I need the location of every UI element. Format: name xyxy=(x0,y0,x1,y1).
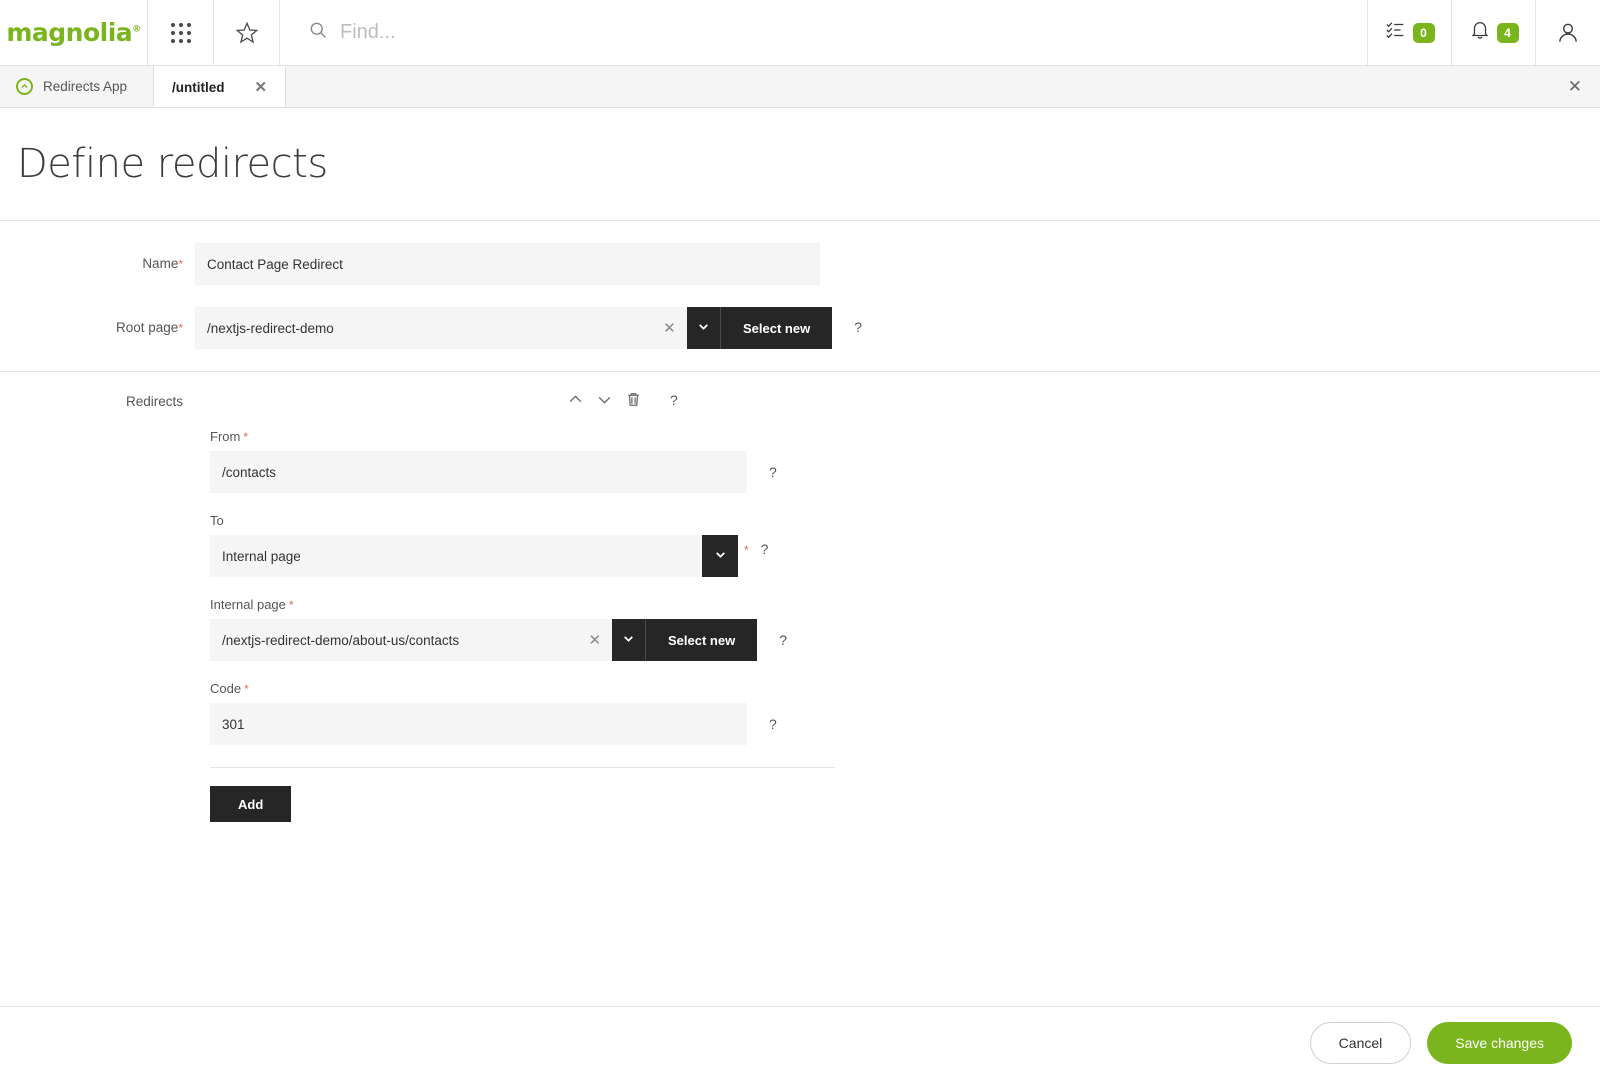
add-redirect-button[interactable]: Add xyxy=(210,786,291,822)
top-bar: magnolia® 0 xyxy=(0,0,1600,66)
internal-page-input[interactable] xyxy=(210,619,577,661)
star-icon[interactable] xyxy=(214,0,280,65)
tab-redirects-app[interactable]: Redirects App xyxy=(0,66,154,107)
name-input[interactable] xyxy=(195,243,820,285)
redirect-item-actions: ? xyxy=(567,391,678,408)
root-page-input[interactable] xyxy=(195,307,652,349)
redirects-help-icon[interactable]: ? xyxy=(670,392,678,408)
internal-page-select-new-button[interactable]: Select new xyxy=(646,619,757,661)
internal-page-label: Internal page* xyxy=(210,597,1600,612)
close-icon[interactable]: ✕ xyxy=(255,80,268,95)
tasks-count-badge: 0 xyxy=(1413,23,1435,43)
tab-label: Redirects App xyxy=(43,79,127,94)
apps-grid-icon[interactable] xyxy=(148,0,214,65)
redirect-item-divider xyxy=(210,767,835,768)
notifications-button[interactable]: 4 xyxy=(1452,0,1536,65)
search-icon xyxy=(308,20,328,45)
cancel-button[interactable]: Cancel xyxy=(1310,1022,1412,1064)
to-required-marker: * xyxy=(744,535,749,557)
chevron-up-icon[interactable] xyxy=(567,391,584,408)
root-page-dropdown-button[interactable] xyxy=(687,307,721,349)
redirects-section-header: Redirects ? xyxy=(0,372,1600,409)
chevron-down-icon[interactable] xyxy=(596,391,613,408)
magnolia-logo[interactable]: magnolia® xyxy=(0,0,148,65)
search-input[interactable] xyxy=(340,21,1293,44)
tab-bar: Redirects App /untitled ✕ ✕ xyxy=(0,66,1600,108)
to-select-value[interactable] xyxy=(210,535,702,577)
field-group-to: To * ? xyxy=(0,513,1600,577)
clear-x-icon[interactable]: ✕ xyxy=(652,307,687,349)
field-row-name: Name* xyxy=(0,221,1600,285)
close-editor-icon[interactable]: ✕ xyxy=(1568,66,1582,107)
user-avatar-icon[interactable] xyxy=(1536,0,1600,65)
logo-text: magnolia® xyxy=(6,18,140,47)
clear-x-icon[interactable]: ✕ xyxy=(577,619,612,661)
root-page-help-icon[interactable]: ? xyxy=(854,307,862,335)
trash-icon[interactable] xyxy=(625,391,642,408)
chevron-down-icon xyxy=(622,632,635,648)
page-title: Define redirects xyxy=(17,141,328,187)
tasks-checklist-icon xyxy=(1385,19,1407,46)
code-help-icon[interactable]: ? xyxy=(769,703,777,732)
bell-icon xyxy=(1469,19,1491,46)
internal-page-help-icon[interactable]: ? xyxy=(779,619,787,648)
chevron-down-icon xyxy=(697,320,710,336)
search-bar[interactable] xyxy=(280,0,1368,65)
tab-untitled[interactable]: /untitled ✕ xyxy=(154,66,286,107)
from-input[interactable] xyxy=(210,451,747,493)
to-label: To xyxy=(210,513,1600,528)
root-page-select-new-button[interactable]: Select new xyxy=(721,307,832,349)
from-help-icon[interactable]: ? xyxy=(769,451,777,480)
tab-label: /untitled xyxy=(172,80,225,95)
to-help-icon[interactable]: ? xyxy=(761,535,769,557)
save-changes-button[interactable]: Save changes xyxy=(1427,1022,1572,1064)
tasks-button[interactable]: 0 xyxy=(1368,0,1452,65)
to-dropdown-button[interactable] xyxy=(702,535,738,577)
field-group-from: From* ? xyxy=(0,429,1600,493)
form-area: Name* Root page* ✕ Select new ? xyxy=(0,221,1600,822)
notifications-count-badge: 4 xyxy=(1497,23,1519,43)
field-row-root-page: Root page* ✕ Select new ? xyxy=(0,285,1600,371)
page-header: Define redirects xyxy=(0,108,1600,221)
redirects-label: Redirects xyxy=(0,390,195,409)
root-page-label: Root page* xyxy=(0,307,195,335)
field-group-internal-page: Internal page* ✕ Select new ? xyxy=(0,597,1600,661)
chevron-down-icon xyxy=(714,548,727,564)
code-input[interactable] xyxy=(210,703,747,745)
apps-grid-dots xyxy=(171,23,191,43)
code-label: Code* xyxy=(210,681,1600,696)
name-label: Name* xyxy=(0,243,195,271)
internal-page-dropdown-button[interactable] xyxy=(612,619,646,661)
field-group-code: Code* ? xyxy=(0,681,1600,745)
from-label: From* xyxy=(210,429,1600,444)
action-bar: Cancel Save changes xyxy=(0,1006,1600,1079)
magnolia-app-circle-icon xyxy=(16,78,33,95)
